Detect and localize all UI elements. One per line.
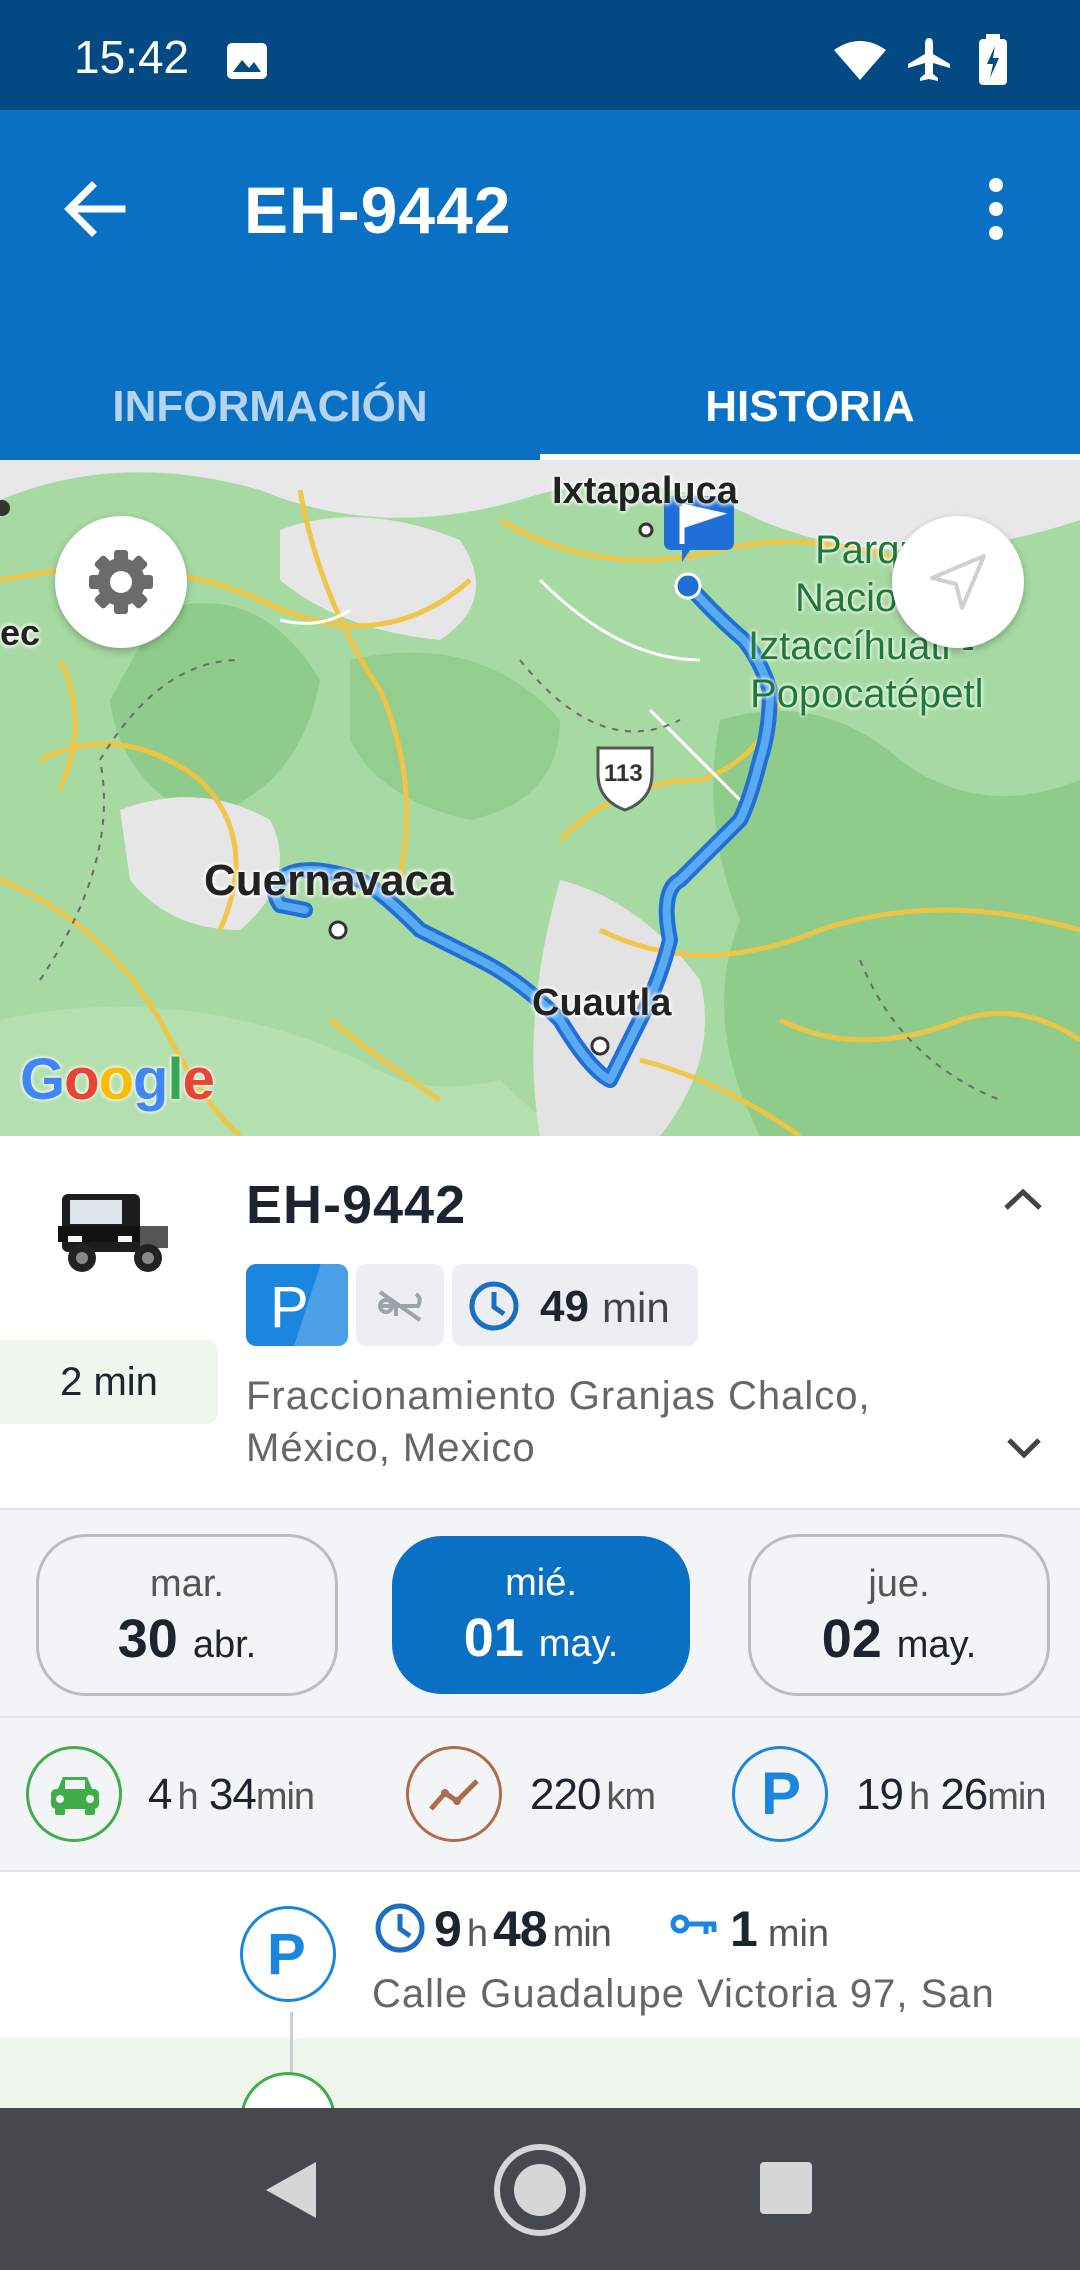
duration-chip: 49 min <box>452 1264 698 1346</box>
app-bar: EH-9442 INFORMACIÓN HISTORIA <box>0 110 1080 460</box>
wifi-icon <box>834 41 886 80</box>
date-month: may. <box>538 1623 619 1665</box>
map-label-cuautla: Cuautla <box>532 982 672 1024</box>
parked-hours-unit: h <box>908 1776 930 1818</box>
gear-icon <box>89 550 153 614</box>
entry-minutes: 48 <box>492 1901 548 1957</box>
page-title: EH-9442 <box>244 173 512 247</box>
date-month: may. <box>896 1624 977 1666</box>
more-options-icon[interactable] <box>976 174 1016 244</box>
clock-icon <box>469 1281 519 1331</box>
chevron-down-icon[interactable] <box>1006 1436 1042 1460</box>
tab-informacion[interactable]: INFORMACIÓN <box>0 354 540 460</box>
date-day-line: 30 abr. <box>39 1608 335 1670</box>
date-button-next[interactable]: jue. 02 may. <box>748 1534 1050 1696</box>
map-label-park-4: Popocatépetl <box>750 672 984 716</box>
entry-duration: 9 h 48 min <box>434 1900 612 1958</box>
vehicle-card[interactable]: 2 min EH-9442 P 49 min Fraccionamiento G… <box>0 1136 1080 1510</box>
date-button-prev[interactable]: mar. 30 abr. <box>36 1534 338 1696</box>
trend-line-icon <box>429 1779 479 1811</box>
timeline-parked-icon: P <box>240 1906 336 2002</box>
entry-key-unit: min <box>767 1913 830 1955</box>
navigation-arrow-icon <box>930 554 986 610</box>
tab-historia[interactable]: HISTORIA <box>540 354 1080 460</box>
daily-summary: 4h 34min 220 km P 19 h 26min <box>0 1718 1080 1872</box>
image-icon <box>227 43 267 79</box>
driving-minutes: 34 <box>208 1770 257 1819</box>
date-day: 30 <box>117 1609 178 1669</box>
parked-minutes-unit: min <box>987 1776 1046 1818</box>
nav-recents-icon[interactable] <box>758 2160 814 2216</box>
date-day: 02 <box>821 1609 882 1669</box>
date-day-line: 02 may. <box>751 1608 1047 1670</box>
distance-unit: km <box>606 1776 656 1818</box>
map-label-cuernavaca: Cuernavaca <box>204 856 454 905</box>
clock-icon <box>375 1903 425 1953</box>
driving-duration: 4h 34min <box>148 1770 315 1820</box>
driving-hours: 4 <box>148 1770 173 1819</box>
driving-hours-unit: h <box>177 1776 198 1818</box>
route-map[interactable]: Ixtapaluca Parque Nacional Iztaccíhuatl … <box>0 460 1080 1136</box>
map-navigate-button[interactable] <box>892 516 1024 648</box>
ignition-off-icon <box>378 1290 422 1322</box>
date-button-selected[interactable]: mié. 01 may. <box>392 1536 690 1694</box>
ignition-chip <box>356 1264 444 1346</box>
date-day: 01 <box>463 1608 524 1668</box>
date-weekday: jue. <box>868 1563 930 1605</box>
address-line-1: Fraccionamiento Granjas Chalco, <box>246 1374 871 1418</box>
parked-status-chip: P <box>246 1264 348 1346</box>
truck-image <box>58 1194 168 1272</box>
duration-unit: min <box>602 1284 670 1331</box>
distance-stat-icon-wrap <box>406 1746 502 1842</box>
entry-hours: 9 <box>434 1901 462 1957</box>
entry-key-time: 1 min <box>730 1900 829 1958</box>
nav-back-icon[interactable] <box>262 2160 318 2220</box>
next-entry-row <box>0 2038 1080 2108</box>
map-label-ixtapaluca: Ixtapaluca <box>552 470 738 512</box>
entry-minutes-unit: min <box>552 1913 612 1955</box>
google-logo: Google <box>20 1047 215 1112</box>
date-month: abr. <box>192 1624 257 1666</box>
elapsed-badge: 2 min <box>0 1340 218 1424</box>
parked-stat-icon-wrap: P <box>732 1746 828 1842</box>
map-settings-button[interactable] <box>55 516 187 648</box>
battery-icon <box>979 34 1007 85</box>
distance-total: 220 km <box>530 1770 656 1820</box>
entry-address: Calle Guadalupe Victoria 97, San <box>372 1972 995 2016</box>
parking-icon: P <box>761 1760 802 1827</box>
date-weekday: mar. <box>150 1563 224 1605</box>
entry-key-value: 1 <box>730 1901 758 1957</box>
address-line-2: México, Mexico <box>246 1426 536 1470</box>
driving-minutes-unit: min <box>255 1776 315 1818</box>
history-timeline[interactable]: P 9 h 48 min 1 min Calle Guadalupe Victoria … <box>0 1872 1080 2108</box>
map-label-edge: ec <box>0 612 41 653</box>
date-selector: mar. 30 abr. mié. 01 may. jue. 02 may. <box>0 1510 1080 1718</box>
vehicle-name: EH-9442 <box>246 1175 467 1235</box>
parked-letter: P <box>270 1275 309 1340</box>
entry-hours-unit: h <box>466 1913 488 1955</box>
parked-duration: 19 h 26min <box>856 1770 1047 1820</box>
distance-value: 220 <box>530 1770 601 1819</box>
back-arrow-icon[interactable] <box>60 176 126 242</box>
driving-stat-icon-wrap <box>26 1746 122 1842</box>
timeline-parked-letter: P <box>267 1922 306 1987</box>
parked-hours: 19 <box>856 1770 904 1819</box>
date-weekday: mié. <box>505 1562 577 1604</box>
nav-home-icon[interactable] <box>492 2142 588 2238</box>
route-shield-label: 113 <box>604 760 643 787</box>
duration-value: 49 <box>540 1282 589 1331</box>
chevron-up-icon[interactable] <box>1002 1184 1044 1212</box>
key-icon <box>670 1914 717 1934</box>
status-bar: 15:42 <box>0 0 1080 110</box>
status-time: 15:42 <box>74 31 190 83</box>
car-icon <box>51 1777 99 1815</box>
date-day-line: 01 may. <box>392 1607 690 1669</box>
parked-minutes: 26 <box>940 1770 988 1819</box>
system-nav-bar <box>0 2108 1080 2270</box>
airplane-icon <box>908 38 950 81</box>
